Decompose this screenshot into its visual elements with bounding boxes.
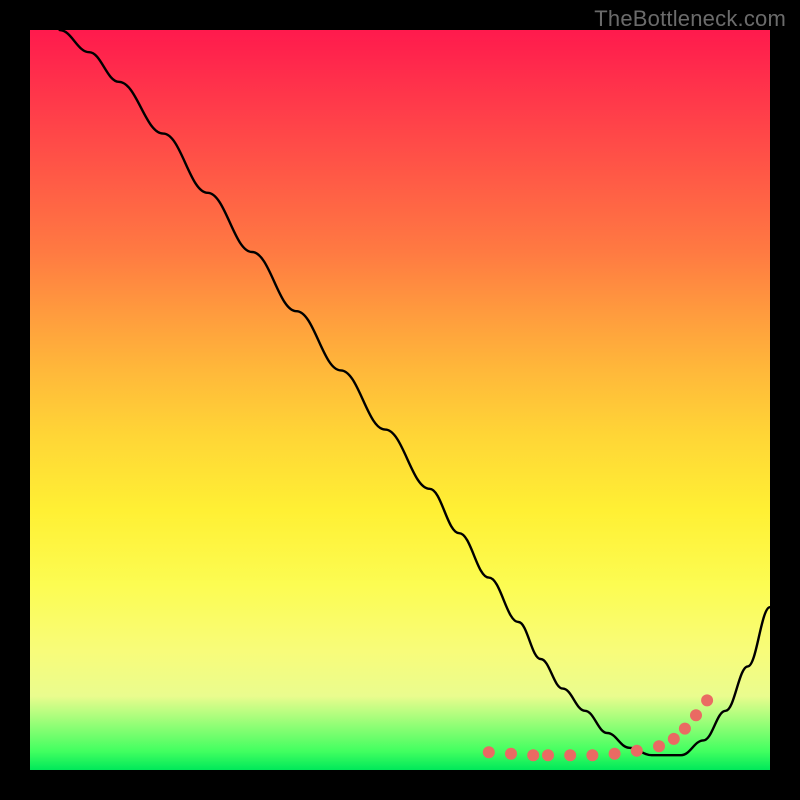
optimal-range-dots	[483, 694, 713, 761]
optimal-dot	[653, 740, 665, 752]
optimal-dot	[701, 694, 713, 706]
optimal-dot	[564, 749, 576, 761]
optimal-dot	[668, 733, 680, 745]
watermark-text: TheBottleneck.com	[594, 6, 786, 32]
optimal-dot	[609, 748, 621, 760]
optimal-dot	[690, 709, 702, 721]
optimal-dot	[505, 748, 517, 760]
optimal-dot	[542, 749, 554, 761]
outer-frame: TheBottleneck.com	[0, 0, 800, 800]
curve-svg	[30, 30, 770, 770]
plot-area	[30, 30, 770, 770]
optimal-dot	[527, 749, 539, 761]
bottleneck-curve	[60, 30, 770, 755]
optimal-dot	[679, 723, 691, 735]
optimal-dot	[483, 746, 495, 758]
optimal-dot	[631, 745, 643, 757]
optimal-dot	[586, 749, 598, 761]
